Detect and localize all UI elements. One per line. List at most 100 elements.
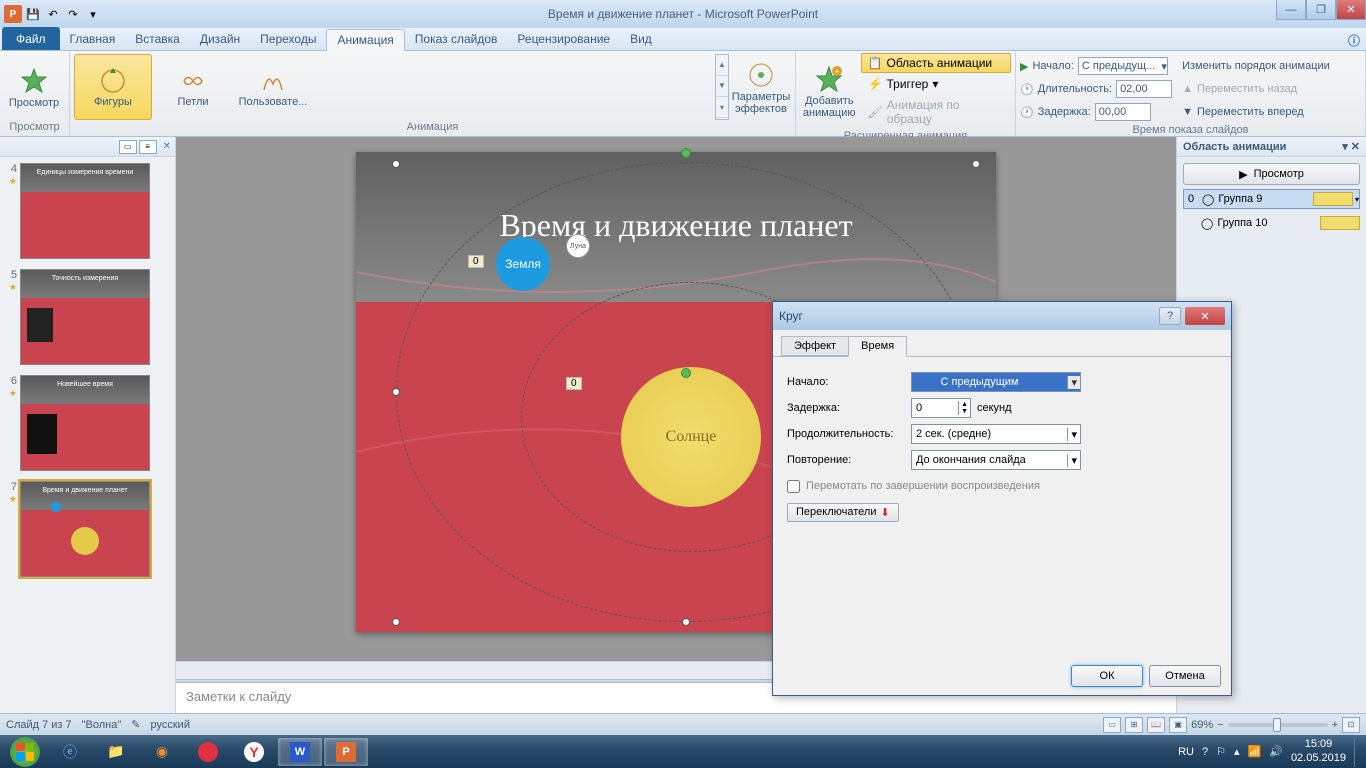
timeline-bar[interactable]	[1320, 216, 1360, 230]
language-indicator[interactable]: русский	[151, 719, 190, 731]
maximize-button[interactable]: ❐	[1306, 0, 1336, 20]
preview-button[interactable]: Просмотр	[4, 54, 64, 120]
tab-design[interactable]: Дизайн	[190, 28, 250, 50]
tray-chevron-icon[interactable]: ▴	[1234, 745, 1240, 758]
slides-tab-icon[interactable]: ▭	[119, 140, 137, 154]
zoom-slider[interactable]	[1228, 723, 1328, 727]
taskbar-explorer[interactable]: 📁	[94, 738, 138, 766]
taskbar-powerpoint[interactable]: P	[324, 738, 368, 766]
dialog-titlebar[interactable]: Круг ? ✕	[773, 302, 1231, 330]
qat-dropdown-icon[interactable]: ▾	[84, 5, 102, 23]
fit-window-button[interactable]: ⊡	[1342, 717, 1360, 733]
resize-handle[interactable]	[682, 618, 690, 626]
duration-select[interactable]: 2 сек. (средне)▾	[911, 424, 1081, 444]
tray-clock[interactable]: 15:0902.05.2019	[1291, 738, 1346, 764]
timeline-bar[interactable]	[1313, 192, 1353, 206]
thumbnail-5[interactable]: 5★ Точность измерения	[4, 269, 171, 365]
minimize-button[interactable]: —	[1276, 0, 1306, 20]
path-start-handle-icon[interactable]	[681, 368, 691, 378]
zoom-level[interactable]: 69%	[1191, 719, 1213, 731]
tab-slideshow[interactable]: Показ слайдов	[405, 28, 508, 50]
earth-shape[interactable]: Земля	[496, 237, 550, 291]
reading-view-button[interactable]: 📖	[1147, 717, 1165, 733]
sun-shape[interactable]: Солнце	[621, 367, 761, 507]
trigger-button[interactable]: ⚡Триггер▾	[861, 74, 1011, 94]
tab-insert[interactable]: Вставка	[125, 28, 190, 50]
resize-handle[interactable]	[392, 388, 400, 396]
close-button[interactable]: ✕	[1336, 0, 1366, 20]
rewind-checkbox[interactable]: Перемотать по завершении воспроизведения	[787, 480, 1040, 493]
tab-home[interactable]: Главная	[60, 28, 126, 50]
file-tab[interactable]: Файл	[2, 27, 60, 50]
normal-view-button[interactable]: ▭	[1103, 717, 1121, 733]
taskbar-word[interactable]: W	[278, 738, 322, 766]
moon-shape[interactable]: Луна	[566, 234, 590, 258]
spellcheck-icon[interactable]: ✎	[131, 718, 140, 731]
rotation-handle-icon[interactable]	[681, 148, 691, 158]
taskbar-opera[interactable]	[186, 738, 230, 766]
thumbnail-6[interactable]: 6★ Новейшее время	[4, 375, 171, 471]
zoom-in-icon[interactable]: +	[1332, 719, 1338, 731]
taskbar-yandex[interactable]: Y	[232, 738, 276, 766]
repeat-select[interactable]: До окончания слайда▾	[911, 450, 1081, 470]
duration-input[interactable]: 02,00	[1116, 80, 1172, 98]
thumbnail-list[interactable]: 4★ Единицы измерения времени 5★ Точность…	[0, 157, 175, 713]
start-dropdown[interactable]: С предыдущ...▾	[1078, 57, 1168, 75]
rewind-checkbox-input[interactable]	[787, 480, 800, 493]
taskbar-mediaplayer[interactable]: ◉	[140, 738, 184, 766]
animation-pane-button[interactable]: 📋Область анимации	[861, 53, 1011, 73]
pane-dropdown-icon[interactable]: ▾	[1342, 141, 1348, 153]
tray-lang[interactable]: RU	[1178, 746, 1194, 758]
play-preview-button[interactable]: ▶Просмотр	[1183, 163, 1360, 185]
ok-button[interactable]: ОК	[1071, 665, 1143, 687]
add-animation-button[interactable]: + Добавить анимацию	[800, 58, 859, 124]
tab-animation[interactable]: Анимация	[326, 29, 404, 51]
taskbar-ie[interactable]: ⓔ	[48, 738, 92, 766]
thumbnail-7[interactable]: 7★ Время и движение планет	[4, 481, 171, 577]
save-icon[interactable]: 💾	[24, 5, 42, 23]
animation-gallery-custom[interactable]: Пользовате...	[234, 54, 312, 120]
outline-tab-icon[interactable]: ≡	[139, 140, 157, 154]
resize-handle[interactable]	[392, 618, 400, 626]
anim-order-badge-0[interactable]: 0	[468, 255, 484, 268]
tray-volume-icon[interactable]: 🔊	[1269, 745, 1283, 758]
start-button[interactable]	[4, 737, 46, 767]
anim-list-item-0[interactable]: 0 ◯ Группа 9 ▾	[1183, 189, 1360, 209]
triggers-toggle-button[interactable]: Переключатели⬇	[787, 503, 899, 522]
close-thumbs-icon[interactable]: ✕	[163, 141, 171, 152]
start-select[interactable]: С предыдущим▾	[911, 372, 1081, 392]
undo-icon[interactable]: ↶	[44, 5, 62, 23]
tray-network-icon[interactable]: 📶	[1248, 745, 1262, 758]
tray-flag-icon[interactable]: ⚐	[1216, 745, 1226, 758]
pane-close-icon[interactable]: ✕	[1351, 141, 1360, 153]
resize-handle[interactable]	[392, 160, 400, 168]
delay-spinner[interactable]: 0▲▼	[911, 398, 971, 418]
help-icon[interactable]: ⓘ	[1348, 32, 1360, 49]
show-desktop-button[interactable]	[1354, 737, 1362, 767]
effect-options-button[interactable]: Параметры эффектов	[731, 54, 791, 120]
dialog-tab-timing[interactable]: Время	[848, 336, 907, 357]
sorter-view-button[interactable]: ⊞	[1125, 717, 1143, 733]
dialog-help-button[interactable]: ?	[1159, 307, 1181, 325]
redo-icon[interactable]: ↷	[64, 5, 82, 23]
tab-review[interactable]: Рецензирование	[507, 28, 620, 50]
tab-transitions[interactable]: Переходы	[250, 28, 326, 50]
anim-order-badge-1[interactable]: 0	[566, 377, 582, 390]
dialog-close-button[interactable]: ✕	[1185, 307, 1225, 325]
dialog-tab-effect[interactable]: Эффект	[781, 336, 849, 356]
zoom-out-icon[interactable]: −	[1217, 719, 1223, 731]
zoom-thumb[interactable]	[1273, 718, 1281, 732]
cancel-button[interactable]: Отмена	[1149, 665, 1221, 687]
animation-gallery-shapes[interactable]: Фигуры	[74, 54, 152, 120]
move-later-button[interactable]: ▼Переместить вперед	[1182, 101, 1330, 123]
thumbnail-4[interactable]: 4★ Единицы измерения времени	[4, 163, 171, 259]
gallery-scroll[interactable]: ▲▼▾	[715, 54, 729, 120]
tray-help-icon[interactable]: ?	[1202, 746, 1208, 758]
tab-view[interactable]: Вид	[620, 28, 662, 50]
anim-list-item-1[interactable]: ◯ Группа 10	[1183, 213, 1360, 233]
item-dropdown-icon[interactable]: ▾	[1355, 195, 1359, 204]
resize-handle[interactable]	[972, 160, 980, 168]
delay-input[interactable]: 00,00	[1095, 103, 1151, 121]
animation-gallery-loops[interactable]: Петли	[154, 54, 232, 120]
slideshow-view-button[interactable]: ▣	[1169, 717, 1187, 733]
